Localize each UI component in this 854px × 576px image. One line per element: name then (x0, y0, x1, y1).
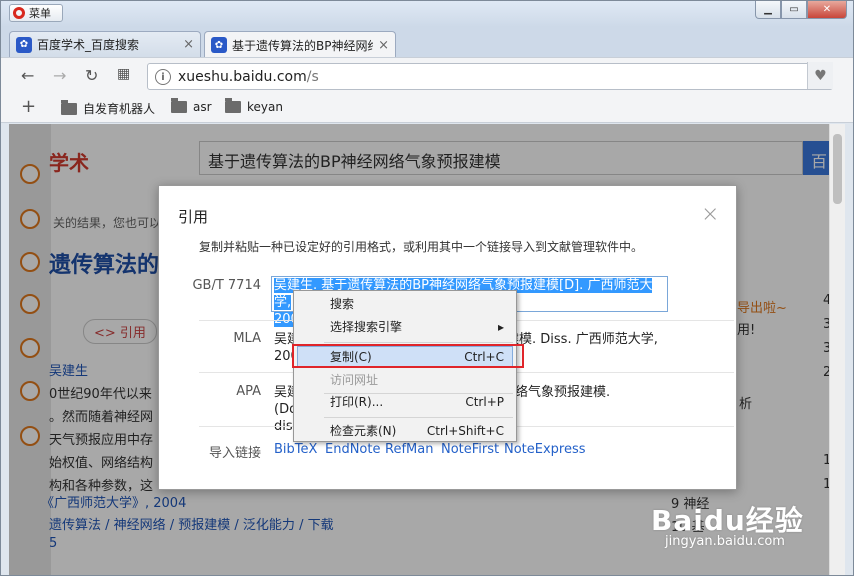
page-scrollbar[interactable] (829, 124, 845, 575)
citation-style-label: APA (236, 384, 261, 399)
baidu-paw-icon: ✿ (16, 36, 32, 53)
reload-icon[interactable]: ↻ (85, 66, 98, 85)
close-button[interactable]: ✕ (807, 1, 847, 19)
import-endnote-link[interactable]: EndNote (325, 442, 380, 457)
nav-bar: ← → ↻ ▦ i xueshu.baidu.com /s (1, 57, 853, 93)
watermark-url: jingyan.baidu.com (665, 534, 785, 549)
import-refman-link[interactable]: RefMan (385, 442, 433, 457)
address-domain: xueshu.baidu.com (178, 68, 307, 85)
dialog-title: 引用 (178, 208, 209, 226)
menu-item-label: 搜索 (330, 297, 355, 311)
menu-item-label: 检查元素(N) (330, 424, 397, 438)
address-path: /s (306, 68, 319, 85)
baidu-paw-icon: ✿ (211, 37, 227, 53)
menu-item-print[interactable]: 打印(R)... Ctrl+P (330, 392, 504, 412)
bookmark-folder[interactable]: asr (171, 98, 212, 114)
forward-icon[interactable]: → (53, 66, 66, 85)
menu-button[interactable]: 菜单 (9, 4, 63, 22)
add-bookmark-icon[interactable]: + (21, 96, 36, 117)
bookmark-label: keyan (247, 100, 283, 114)
tab-bar: ✿ 百度学术_百度搜索 × ✿ 基于遗传算法的BP神经网络 × + ☰ (1, 27, 853, 77)
menu-item-label: 打印(R)... (330, 395, 384, 409)
tab-close-icon[interactable]: × (183, 37, 194, 52)
browser-window: 菜单 ▁ ▭ ✕ ✿ 百度学术_百度搜索 × ✿ 基于遗传算法的BP神经网络 ×… (0, 0, 854, 576)
import-bibtex-link[interactable]: BibTeX (274, 442, 317, 457)
bookmark-label: 自发育机器人 (83, 102, 156, 116)
tab-label: 百度学术_百度搜索 (37, 38, 140, 52)
tab-current[interactable]: ✿ 基于遗传算法的BP神经网络 × (204, 31, 396, 58)
menu-label: 菜单 (29, 7, 51, 20)
menu-item-visit-url[interactable]: 访问网址 (330, 370, 504, 390)
opera-logo-icon (13, 7, 25, 19)
minimize-button[interactable]: ▁ (755, 1, 781, 19)
back-icon[interactable]: ← (21, 66, 34, 85)
menu-item-select-engine[interactable]: 选择搜索引擎 ▸ (330, 317, 504, 337)
menu-item-search[interactable]: 搜索 (330, 294, 504, 314)
import-label: 导入链接 (209, 446, 262, 461)
import-notefirst-link[interactable]: NoteFirst (441, 442, 499, 457)
address-bar[interactable]: i xueshu.baidu.com /s (147, 63, 833, 90)
dialog-description: 复制并粘贴一种已设定好的引用格式，或利用其中一个链接导入到文献管理软件中。 (199, 240, 644, 254)
annotation-highlight-box (292, 344, 524, 368)
title-bar: 菜单 ▁ ▭ ✕ (1, 1, 853, 27)
folder-icon (225, 98, 241, 113)
submenu-arrow-icon: ▸ (497, 320, 504, 334)
import-noteexpress-link[interactable]: NoteExpress (504, 442, 586, 457)
tab-baidu-search[interactable]: ✿ 百度学术_百度搜索 × (9, 31, 201, 57)
menu-item-label: 选择搜索引擎 (330, 320, 403, 334)
bookmarks-bar: + 自发育机器人 asr keyan (1, 93, 853, 123)
bookmark-folder[interactable]: keyan (225, 98, 283, 114)
speed-dial-icon[interactable]: ▦ (117, 66, 130, 82)
tab-label: 基于遗传算法的BP神经网络 (232, 38, 374, 53)
menu-item-shortcut: Ctrl+Shift+C (426, 424, 504, 438)
menu-separator (324, 417, 513, 418)
folder-icon (61, 99, 77, 115)
citation-style-label: GB/T 7714 (192, 278, 261, 293)
menu-item-inspect[interactable]: 检查元素(N) Ctrl+Shift+C (330, 421, 504, 441)
menu-item-label: 访问网址 (330, 373, 379, 387)
watermark-brand: Baidu经验 (651, 504, 804, 537)
bookmark-heart-icon[interactable]: ♥ (807, 62, 833, 89)
tab-close-icon[interactable]: × (378, 38, 389, 53)
folder-icon (171, 98, 187, 113)
bookmark-label: asr (193, 100, 212, 114)
close-icon[interactable]: × (701, 202, 719, 227)
bookmark-folder[interactable]: 自发育机器人 (61, 99, 156, 117)
maximize-button[interactable]: ▭ (781, 1, 807, 19)
citation-style-label: MLA (233, 331, 261, 346)
menu-item-shortcut: Ctrl+P (465, 395, 504, 409)
site-info-icon[interactable]: i (155, 69, 171, 85)
scrollbar-thumb[interactable] (833, 134, 842, 204)
menu-separator (324, 342, 513, 343)
